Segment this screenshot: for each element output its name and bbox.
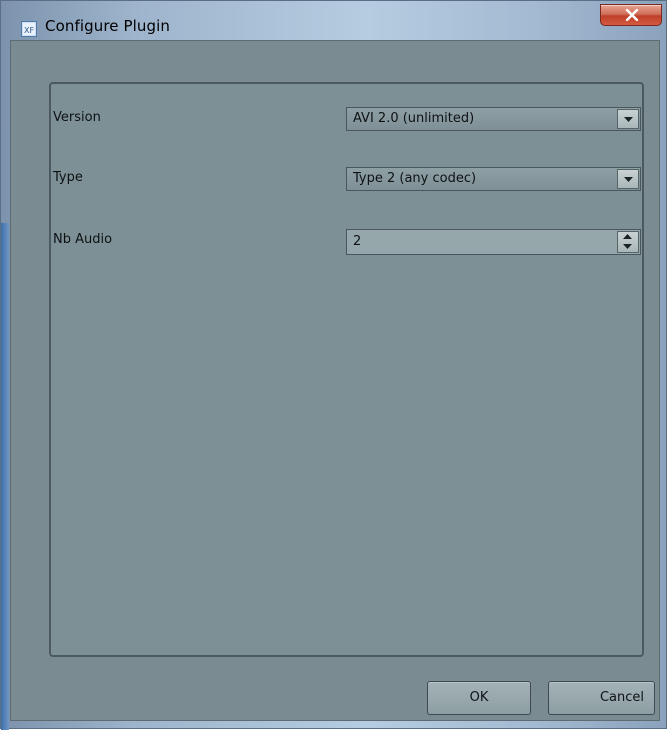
type-dropdown-button[interactable] bbox=[617, 169, 639, 189]
type-combobox[interactable]: Type 2 (any codec) bbox=[346, 167, 641, 191]
plugin-app-icon: XF bbox=[21, 21, 37, 37]
type-label: Type bbox=[53, 170, 83, 185]
spin-down-button[interactable] bbox=[618, 242, 638, 252]
svg-text:XF: XF bbox=[24, 26, 34, 35]
version-value: AVI 2.0 (unlimited) bbox=[353, 111, 475, 126]
settings-group-box: Version AVI 2.0 (unlimited) Type Type 2 … bbox=[49, 82, 644, 657]
nb-audio-spinbox[interactable]: 2 bbox=[346, 229, 641, 255]
configure-plugin-dialog: XF Configure Plugin Version AVI 2.0 (unl… bbox=[0, 0, 667, 730]
version-dropdown-button[interactable] bbox=[617, 109, 639, 129]
nb-audio-label: Nb Audio bbox=[53, 232, 113, 247]
window-title: Configure Plugin bbox=[45, 17, 170, 35]
chevron-down-icon bbox=[624, 117, 633, 122]
close-button[interactable] bbox=[600, 4, 662, 26]
ok-button[interactable]: OK bbox=[427, 681, 531, 715]
type-value: Type 2 (any codec) bbox=[353, 171, 477, 186]
chevron-down-icon bbox=[624, 177, 633, 182]
close-x-icon bbox=[625, 9, 639, 21]
window-frame-accent bbox=[1, 223, 9, 730]
title-bar[interactable]: XF Configure Plugin bbox=[1, 1, 666, 41]
spin-up-button[interactable] bbox=[618, 232, 638, 242]
version-combobox[interactable]: AVI 2.0 (unlimited) bbox=[346, 107, 641, 131]
version-label: Version bbox=[53, 110, 101, 125]
cancel-button[interactable]: Cancel bbox=[548, 681, 655, 715]
arrow-down-icon bbox=[623, 244, 632, 249]
dialog-client-area: Version AVI 2.0 (unlimited) Type Type 2 … bbox=[10, 40, 660, 721]
nb-audio-value[interactable]: 2 bbox=[353, 234, 361, 249]
spin-buttons bbox=[617, 231, 639, 253]
arrow-up-icon bbox=[623, 234, 632, 239]
